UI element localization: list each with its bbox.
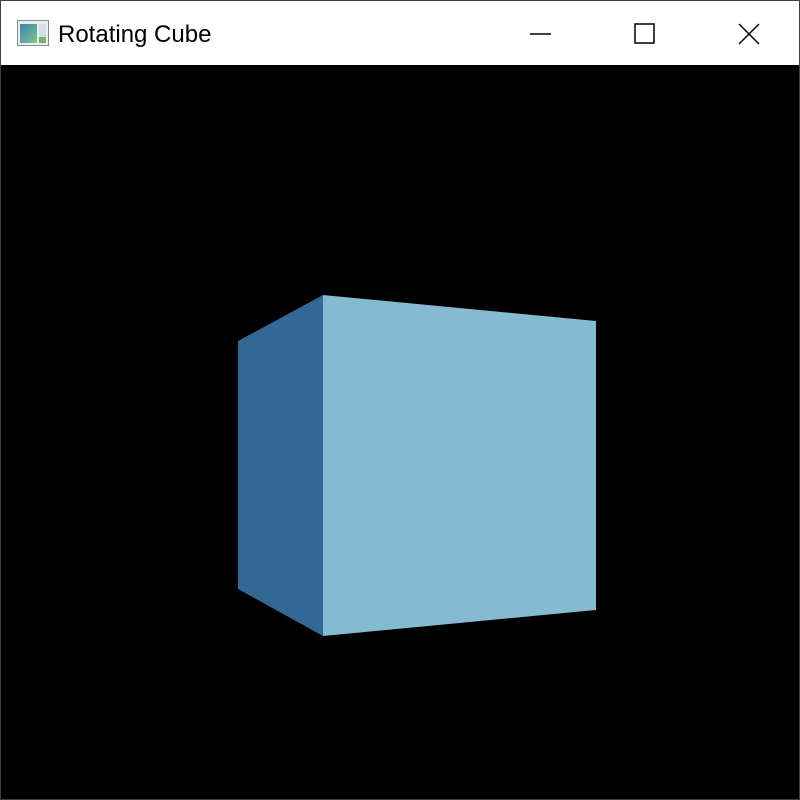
close-icon bbox=[738, 23, 760, 45]
app-icon-pane-bottom bbox=[39, 37, 46, 43]
app-icon[interactable] bbox=[17, 20, 49, 46]
close-button[interactable] bbox=[696, 1, 800, 65]
title-bar[interactable]: Rotating Cube bbox=[1, 1, 799, 65]
cube-scene bbox=[1, 65, 799, 799]
app-window: Rotating Cube bbox=[0, 0, 800, 800]
maximize-button[interactable] bbox=[592, 1, 696, 65]
render-canvas[interactable] bbox=[1, 65, 799, 799]
app-icon-pane-main bbox=[20, 24, 37, 43]
app-icon-pane-top bbox=[39, 24, 46, 37]
minimize-button[interactable] bbox=[488, 1, 592, 65]
cube-front-face bbox=[323, 295, 596, 636]
minimize-icon bbox=[530, 33, 551, 35]
window-title: Rotating Cube bbox=[58, 21, 212, 48]
cube-side-face bbox=[238, 295, 323, 636]
maximize-icon bbox=[634, 23, 655, 44]
